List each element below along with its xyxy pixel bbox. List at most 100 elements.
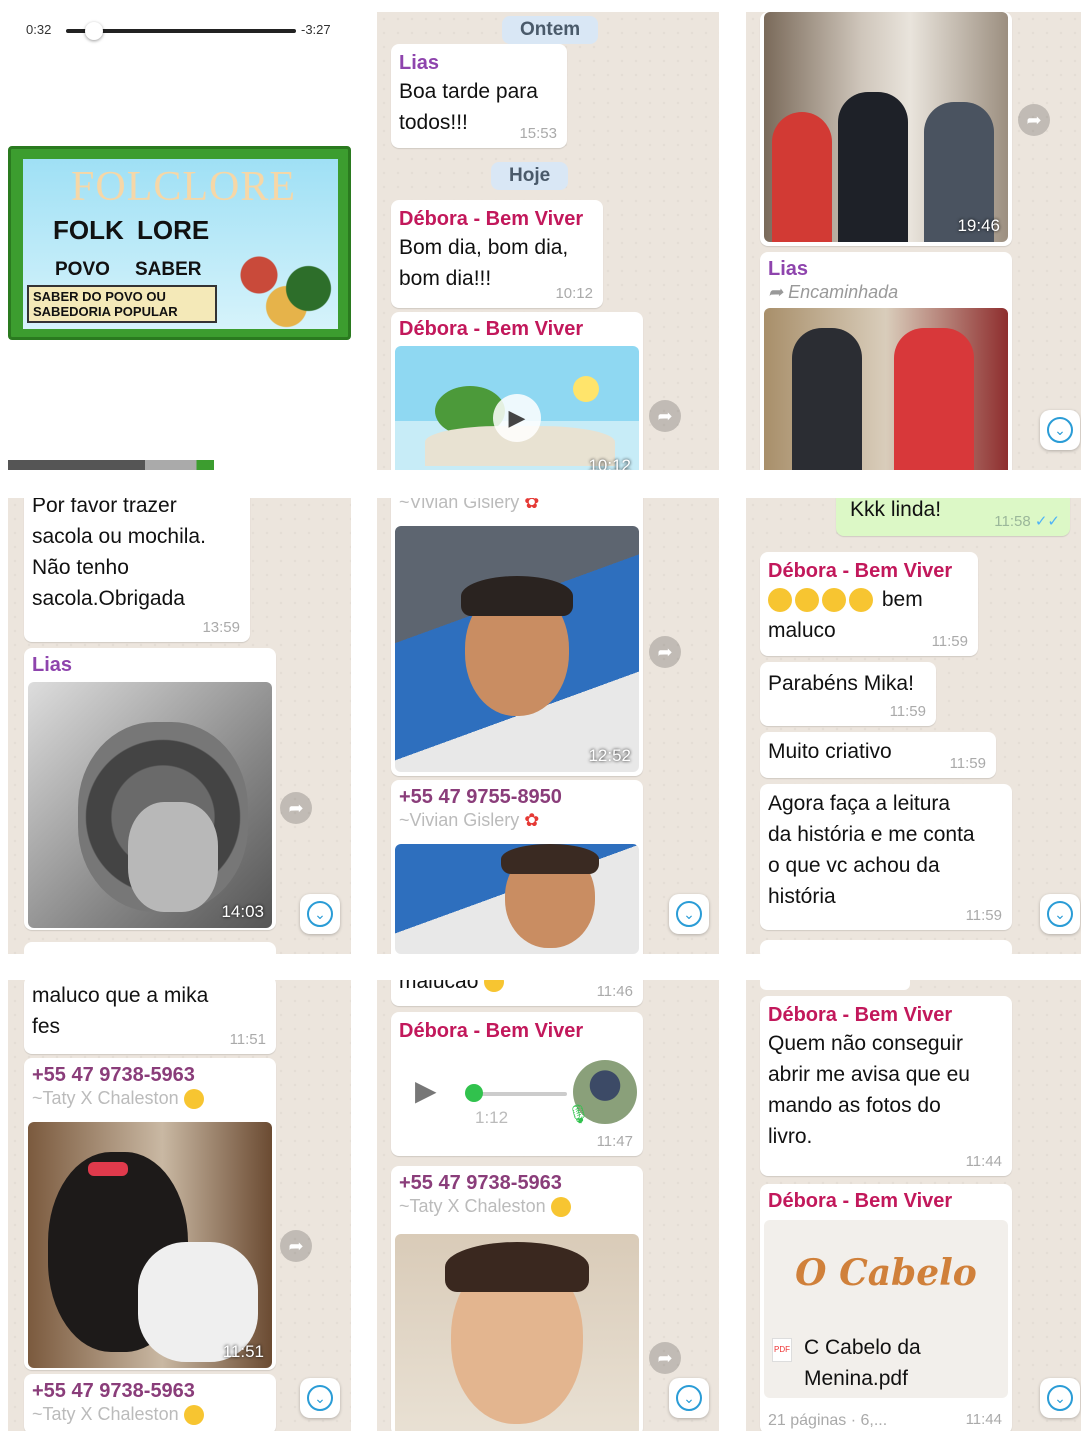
panel-chat-greetings: Ontem Lias Boa tarde para todos!!! 15:53…: [377, 12, 719, 470]
message-bubble[interactable]: Lias Boa tarde para todos!!! 15:53: [391, 44, 567, 148]
photo-message-bubble[interactable]: +55 47 9738-5963 ~Taty X Chaleston: [391, 1166, 643, 1431]
panel-chat-document: Débora - Bem Viver Quem não conseguir ab…: [746, 980, 1081, 1431]
message-bubble[interactable]: maluco que a mika fes 11:51: [24, 980, 276, 1054]
photo-message-bubble[interactable]: 19:46: [760, 12, 1012, 246]
banner-lore: LORE: [137, 215, 210, 245]
forward-icon[interactable]: ➦: [649, 636, 681, 668]
document-preview[interactable]: O Cabelo PDF C Cabelo da Menina.pdf: [764, 1220, 1008, 1398]
photo-thumbnail[interactable]: [395, 1234, 639, 1431]
message-bubble[interactable]: Débora - Bem Viver bem maluco 11:59: [760, 552, 978, 656]
chevron-down-icon: ⌄: [1047, 901, 1073, 927]
photo-thumbnail[interactable]: 12:52: [395, 526, 639, 772]
hibiscus-icon: ✿: [524, 498, 540, 512]
message-time: 15:53: [519, 125, 557, 142]
document-cover-art: O Cabelo: [795, 1252, 977, 1294]
message-bubble[interactable]: Débora - Bem Viver Bom dia, bom dia, bom…: [391, 200, 603, 308]
hibiscus-icon: ✿: [524, 810, 540, 830]
photo-message-bubble[interactable]: +55 47 9738-5963 ~Taty X Chaleston 11:51: [24, 1058, 276, 1370]
audio-track[interactable]: [469, 1092, 567, 1096]
video-thumbnail[interactable]: ▶ 10:12: [395, 346, 639, 470]
scroll-down-button[interactable]: ⌄: [669, 1378, 709, 1418]
photo-thumbnail[interactable]: 14:03: [28, 682, 272, 928]
thumbnail-strip[interactable]: [8, 460, 351, 470]
scroll-down-button[interactable]: ⌄: [300, 1378, 340, 1418]
heart-eyes-emoji-icon: [183, 1089, 204, 1110]
photo-thumbnail[interactable]: [764, 308, 1008, 470]
photo-thumbnail[interactable]: 19:46: [764, 12, 1008, 242]
message-bubble[interactable]: Agora faça a leitura da história e me co…: [760, 784, 1012, 930]
sender-phone: +55 47 9738-5963: [32, 1380, 195, 1402]
message-text: Parabéns Mika!: [768, 672, 914, 695]
play-icon[interactable]: ▶: [493, 394, 541, 442]
sender-name: Débora - Bem Viver: [768, 1190, 953, 1212]
sender-name: Débora - Bem Viver: [399, 1020, 584, 1042]
message-bubble[interactable]: Muito criativo 11:59: [760, 732, 996, 778]
photo-message-bubble[interactable]: Lias 14:03: [24, 648, 276, 930]
message-time: 10:12: [588, 456, 631, 470]
panel-chat-request: Por favor trazer sacola ou mochila. Não …: [8, 498, 351, 954]
message-time: 14:03: [221, 902, 264, 921]
read-receipt-icon: ✓✓: [1034, 513, 1060, 530]
banner-title: FOLCLORE: [71, 164, 297, 210]
message-time: 11:46: [596, 983, 633, 1000]
scroll-down-button[interactable]: ⌄: [1040, 410, 1080, 450]
sender-name: Lias: [399, 52, 440, 74]
message-time: 11:59: [965, 907, 1002, 924]
panel-chat-selfies: ~Vivian Gislery ✿ 12:52 ➦ +55 47 9755-89…: [377, 498, 719, 954]
message-time: 11:51: [222, 1342, 264, 1361]
document-name: C Cabelo da Menina.pdf: [804, 1336, 921, 1390]
scroll-down-button[interactable]: ⌄: [1040, 1378, 1080, 1418]
panel-video-player: 0:32 -3:27 FOLCLORE FOLK LORE POVO SABER…: [8, 12, 351, 470]
sender-name: Lias: [32, 654, 73, 676]
forward-icon[interactable]: ➦: [280, 792, 312, 824]
message-time: 11:44: [965, 1153, 1002, 1170]
document-meta: 21 páginas · 6,...: [768, 1412, 888, 1429]
outgoing-message-bubble[interactable]: Kkk linda! 11:58 ✓✓: [836, 498, 1070, 536]
message-time: 10:12: [555, 285, 593, 302]
sender-phone: +55 47 9738-5963: [399, 1172, 562, 1194]
photo-message-bubble[interactable]: +55 47 9755-8950 ~Vivian Gislery ✿: [391, 780, 643, 954]
forwarded-label: ➦ Encaminhada: [768, 282, 899, 302]
panel-chat-photos: 19:46 ➦ Lias ➦ Encaminhada ⌄: [746, 12, 1081, 470]
clipped-next-bubble: [24, 942, 276, 954]
seek-thumb[interactable]: [84, 22, 103, 40]
message-text: Agora faça a leitura da história e me co…: [768, 792, 975, 908]
photo-thumbnail[interactable]: 11:51: [28, 1122, 272, 1368]
message-bubble[interactable]: malucão 11:46: [391, 980, 643, 1006]
panel-chat-audio: malucão 11:46 Débora - Bem Viver ▶ 1:12 …: [377, 980, 719, 1431]
play-icon[interactable]: ▶: [415, 1074, 437, 1107]
message-time: 11:51: [229, 1031, 266, 1048]
scroll-down-button[interactable]: ⌄: [1040, 894, 1080, 934]
photo-message-bubble[interactable]: ~Vivian Gislery ✿ 12:52: [391, 498, 643, 776]
message-bubble[interactable]: Débora - Bem Viver Quem não conseguir ab…: [760, 996, 1012, 1176]
date-pill-yesterday: Ontem: [502, 16, 599, 44]
clipped-prev-bubble: [760, 980, 910, 990]
sender-phone: +55 47 9755-8950: [399, 786, 562, 808]
audio-message-bubble[interactable]: Débora - Bem Viver ▶ 1:12 🎙 11:47: [391, 1012, 643, 1156]
sender-name: Débora - Bem Viver: [399, 318, 584, 340]
message-bubble[interactable]: Parabéns Mika! 11:59: [760, 662, 936, 726]
sender-name: Débora - Bem Viver: [768, 1004, 953, 1026]
document-message-bubble[interactable]: Débora - Bem Viver O Cabelo PDF C Cabelo…: [760, 1184, 1012, 1431]
message-time: 11:44: [965, 1411, 1002, 1428]
sender-subtitle: ~Vivian Gislery ✿: [399, 810, 540, 830]
chevron-down-icon: ⌄: [1047, 1385, 1073, 1411]
sender-subtitle: ~Taty X Chaleston: [28, 1404, 272, 1426]
photo-thumbnail[interactable]: [395, 844, 639, 954]
scroll-down-button[interactable]: ⌄: [669, 894, 709, 934]
forward-icon[interactable]: ➦: [1018, 104, 1050, 136]
heart-eyes-emoji-icon: [550, 1197, 571, 1218]
forward-icon[interactable]: ➦: [649, 400, 681, 432]
message-text: Por favor trazer sacola ou mochila. Não …: [32, 498, 206, 610]
chevron-down-icon: ⌄: [676, 901, 702, 927]
forward-icon[interactable]: ➦: [280, 1230, 312, 1262]
forward-icon[interactable]: ➦: [649, 1342, 681, 1374]
video-message-bubble[interactable]: Débora - Bem Viver ▶ 10:12: [391, 312, 643, 470]
photo-message-bubble[interactable]: Lias ➦ Encaminhada: [760, 252, 1012, 470]
message-bubble[interactable]: Por favor trazer sacola ou mochila. Não …: [24, 498, 250, 642]
audio-seek-thumb[interactable]: [464, 1084, 483, 1102]
sender-subtitle: ~Taty X Chaleston: [28, 1088, 272, 1110]
scroll-down-button[interactable]: ⌄: [300, 894, 340, 934]
message-bubble[interactable]: +55 47 9738-5963 ~Taty X Chaleston: [24, 1374, 276, 1431]
message-time: 12:52: [588, 746, 631, 765]
